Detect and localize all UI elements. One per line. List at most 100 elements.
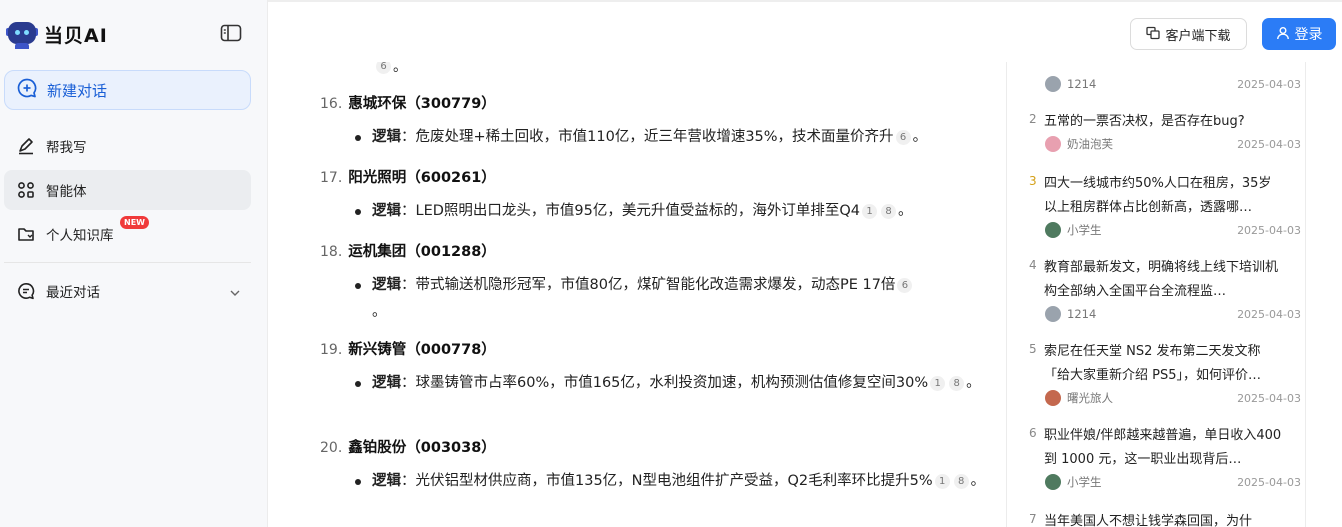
stock-number: 16.	[320, 96, 343, 112]
sidebar-item-help-write[interactable]: 帮我写	[4, 126, 251, 166]
login-button[interactable]: 登录	[1262, 18, 1336, 50]
hot-topic-title: 五常的一票否决权，是否存在bug?	[1044, 114, 1245, 129]
trailing-punctuation: 。	[966, 375, 981, 391]
author-name: 小学生	[1067, 475, 1102, 489]
citation-marker[interactable]: 6	[895, 129, 911, 145]
citation-marker[interactable]: 6	[897, 277, 913, 293]
user-icon	[1276, 25, 1290, 44]
sidebar-item-label: 最近对话	[46, 285, 100, 301]
login-label: 登录	[1294, 27, 1323, 43]
download-client-button[interactable]: 客户端下载	[1130, 18, 1247, 50]
bullet-dot	[355, 283, 361, 289]
sidebar-item-label: 个人知识库	[46, 228, 114, 244]
hot-topic-meta: 小学生 2025-04-03	[1045, 472, 1301, 492]
avatar	[1045, 222, 1061, 238]
new-chat-icon	[16, 77, 38, 103]
citation-marker[interactable]: 1	[934, 473, 950, 489]
logic-label: 逻辑	[372, 277, 401, 293]
hot-topic-meta: 小学生 2025-04-03	[1045, 220, 1301, 240]
top-bar: 客户端下载 登录	[268, 0, 1342, 62]
rank-number: 2	[1029, 112, 1037, 126]
stock-name: 运机集团（001288）	[348, 244, 496, 260]
rank-number: 5	[1029, 342, 1037, 356]
hot-topic-title: 四大一线城市约50%人口在租房，35岁以上租房群体占比创新高，透露哪…	[1044, 176, 1272, 215]
hot-topic-meta: 1214 2025-04-03	[1045, 74, 1301, 94]
logic-text: ：光伏铝型材供应商，市值135亿，N型电池组件扩产受益，Q2毛利率环比提升5%	[401, 473, 933, 489]
chat-content: 6 。 16. 惠城环保（300779） 逻辑：危废处理+稀土回收，市值110亿…	[268, 62, 1006, 527]
stock-item-heading: 17. 阳光照明（600261）	[320, 166, 496, 187]
stock-name: 鑫铂股份（003038）	[348, 440, 496, 456]
bullet-dot	[355, 209, 361, 215]
hot-topic-title: 索尼在任天堂 NS2 发布第二天发文称「给大家重新介绍 PS5」，如何评价…	[1044, 344, 1261, 383]
agents-icon	[16, 180, 36, 200]
sidebar-item-label: 帮我写	[46, 140, 87, 156]
rank-number: 3	[1029, 174, 1037, 188]
avatar	[1045, 136, 1061, 152]
avatar	[1045, 306, 1061, 322]
new-chat-button[interactable]: 新建对话	[4, 70, 251, 110]
stock-logic: 逻辑：带式输送机隐形冠军，市值80亿，煤矿智能化改造需求爆发，动态PE 17倍 6…	[355, 272, 992, 326]
app-root: 当贝AI 新建对话 帮我写 智能体 个人知识库 NEW 最近对话 客户端下载 登…	[0, 0, 1342, 527]
stock-item-heading: 16. 惠城环保（300779）	[320, 92, 496, 113]
stock-number: 17.	[320, 170, 343, 186]
logic-text: ：球墨铸管市占率60%，市值165亿，水利投资加速，机构预测估值修复空间30%	[401, 375, 929, 391]
stock-number: 19.	[320, 342, 343, 358]
stock-name: 阳光照明（600261）	[348, 170, 496, 186]
new-badge: NEW	[120, 216, 149, 229]
stock-logic: 逻辑：光伏铝型材供应商，市值135亿，N型电池组件扩产受益，Q2毛利率环比提升5…	[355, 468, 992, 495]
stock-name: 惠城环保（300779）	[348, 96, 496, 112]
citation-marker[interactable]: 6	[376, 62, 391, 74]
hot-topic-meta: 曙光旅人 2025-04-03	[1045, 388, 1301, 408]
stock-name: 新兴铸管（000778）	[348, 342, 496, 358]
avatar	[1045, 390, 1061, 406]
post-date: 2025-04-03	[1237, 475, 1301, 489]
hot-topics-panel: 1214 2025-04-03 2 五常的一票否决权，是否存在bug? 奶油泡芙…	[1006, 62, 1306, 527]
sidebar: 当贝AI 新建对话 帮我写 智能体 个人知识库 NEW 最近对话	[0, 0, 268, 527]
knowledge-base-icon	[16, 224, 36, 244]
stock-logic: 逻辑：LED照明出口龙头，市值95亿，美元升值受益标的，海外订单排至Q4 1 8。	[355, 198, 992, 225]
sidebar-item-recent-chats[interactable]: 最近对话	[4, 271, 251, 311]
rank-number: 6	[1029, 426, 1037, 440]
citation-marker[interactable]: 1	[862, 203, 877, 219]
logic-label: 逻辑	[372, 473, 401, 489]
logic-text: ：危废处理+稀土回收，市值110亿，近三年营收增速35%，技术面量价齐升	[401, 129, 894, 145]
trailing-punctuation: 。	[912, 129, 928, 145]
top-citation-line: 6 。	[374, 62, 407, 76]
stock-item-heading: 19. 新兴铸管（000778）	[320, 338, 496, 359]
hot-topic-title: 教育部最新发文，明确将线上线下培训机构全部纳入全国平台全流程监…	[1044, 260, 1279, 299]
author-name: 曙光旅人	[1067, 391, 1113, 405]
post-date: 2025-04-03	[1237, 223, 1301, 237]
citation-marker[interactable]: 8	[881, 203, 896, 219]
download-client-label: 客户端下载	[1165, 28, 1231, 44]
sidebar-divider	[4, 262, 251, 263]
stock-logic: 逻辑：危废处理+稀土回收，市值110亿，近三年营收增速35%，技术面量价齐升 6。	[355, 124, 992, 151]
brand[interactable]: 当贝AI	[6, 16, 108, 52]
logic-label: 逻辑	[372, 129, 401, 145]
sidebar-item-knowledge-base[interactable]: 个人知识库 NEW	[4, 214, 251, 254]
post-date: 2025-04-03	[1237, 391, 1301, 405]
post-date: 2025-04-03	[1237, 307, 1301, 321]
logic-text: ：LED照明出口龙头，市值95亿，美元升值受益标的，海外订单排至Q4	[401, 203, 860, 219]
stock-logic: 逻辑：球墨铸管市占率60%，市值165亿，水利投资加速，机构预测估值修复空间30…	[355, 370, 992, 397]
sidebar-toggle-icon[interactable]	[220, 24, 244, 44]
author-name: 奶油泡芙	[1067, 137, 1113, 151]
bullet-dot	[355, 135, 361, 141]
author-name: 1214	[1067, 77, 1097, 91]
logic-label: 逻辑	[372, 375, 401, 391]
stock-item-heading: 18. 运机集团（001288）	[320, 240, 496, 261]
post-date: 2025-04-03	[1237, 137, 1301, 151]
author-name: 小学生	[1067, 223, 1102, 237]
download-icon	[1146, 25, 1161, 44]
chevron-down-icon[interactable]	[229, 284, 241, 303]
trailing-punctuation: 。	[970, 473, 986, 489]
trailing-punctuation: 。	[393, 62, 407, 75]
trailing-punctuation: 。	[898, 203, 913, 219]
citation-marker[interactable]: 1	[930, 375, 946, 391]
sidebar-item-agents[interactable]: 智能体	[4, 170, 251, 210]
hot-topic-title: 当年美国人不想让钱学森回国，为什	[1044, 514, 1253, 527]
citation-marker[interactable]: 8	[953, 473, 969, 489]
hot-topic-meta: 奶油泡芙 2025-04-03	[1045, 134, 1301, 154]
pen-icon	[16, 136, 36, 156]
bullet-dot	[355, 479, 361, 485]
citation-marker[interactable]: 8	[949, 375, 965, 391]
